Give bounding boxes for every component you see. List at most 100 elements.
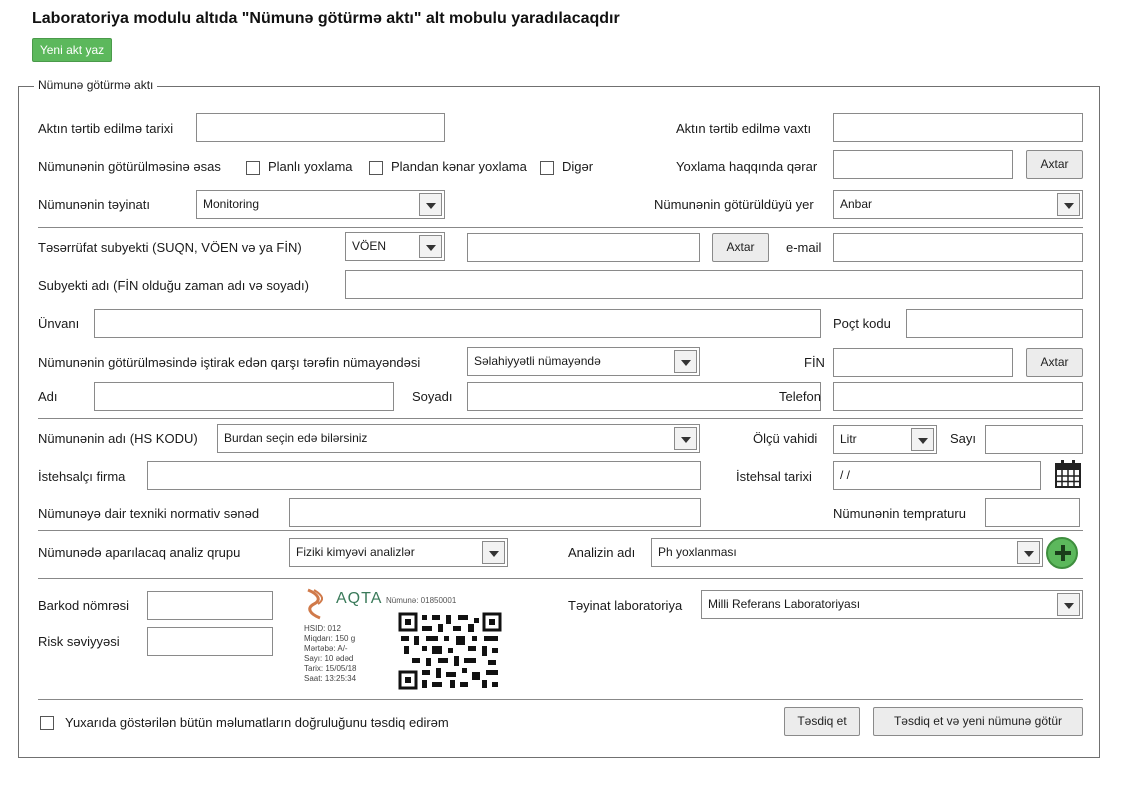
aqta-logo-icon — [307, 588, 324, 620]
place-label: Nümunənin götürüldüyü yer — [654, 197, 814, 212]
subject-name-label: Subyekti adı (FİN olduğu zaman adı və so… — [38, 278, 309, 293]
other-label: Digər — [562, 159, 594, 174]
barcode-info: HSID: 012 Miqdarı: 150 g Mərtəbə: A/- Sa… — [304, 624, 356, 684]
email-label: e-mail — [786, 240, 822, 255]
manufacturer-input[interactable] — [147, 461, 701, 490]
fin-label: FİN — [804, 355, 825, 370]
divider — [38, 699, 1083, 700]
subject-id-input[interactable] — [467, 233, 700, 262]
lab-label: Təyinat laboratoriya — [568, 598, 683, 613]
subject-label: Təsərrüfat subyekti (SUQN, VÖEN və ya Fİ… — [38, 240, 302, 255]
chevron-down-icon — [1017, 541, 1040, 564]
purpose-select[interactable]: Monitoring — [196, 190, 445, 219]
postal-input[interactable] — [906, 309, 1083, 338]
divider — [38, 578, 1083, 579]
confirm-text: Yuxarıda göstərilən bütün məlumatların d… — [65, 715, 449, 730]
barcode-line: Tarix: 15/05/18 — [304, 664, 357, 673]
purpose-label: Nümunənin təyinatı — [38, 197, 151, 212]
lab-value: Milli Referans Laboratoriyası — [708, 597, 861, 611]
act-time-input[interactable] — [833, 113, 1083, 142]
id-type-value: VÖEN — [352, 239, 387, 253]
address-label: Ünvanı — [38, 316, 80, 331]
form-legend: Nümunə götürmə aktı — [34, 78, 158, 92]
sample-name-select[interactable]: Burdan seçin edə bilərsiniz — [217, 424, 700, 453]
brand-text: AQTA — [336, 590, 383, 607]
temperature-label: Nümunənin tempraturu — [833, 506, 966, 521]
count-label: Sayı — [950, 431, 977, 446]
confirm-checkbox[interactable] — [40, 716, 54, 730]
barcode-line: Sayı: 10 ədəd — [304, 654, 354, 663]
act-date-label: Aktın tərtib edilmə tarixi — [38, 121, 174, 136]
first-name-input[interactable] — [94, 382, 394, 411]
barcode-line: Miqdarı: 150 g — [304, 634, 356, 643]
divider — [38, 227, 1083, 228]
risk-input[interactable] — [147, 627, 273, 656]
last-name-input[interactable] — [467, 382, 821, 411]
new-act-button[interactable]: Yeni akt yaz — [32, 38, 112, 62]
decision-search-button[interactable]: Axtar — [1026, 150, 1083, 179]
unplanned-label: Plandan kənar yoxlama — [391, 159, 527, 174]
unplanned-checkbox[interactable] — [369, 161, 383, 175]
analysis-name-label: Analizin adı — [568, 545, 636, 560]
barcode-line: Saat: 13:25:34 — [304, 674, 357, 683]
sample-name-value: Burdan seçin edə bilərsiniz — [224, 431, 368, 445]
email-input[interactable] — [833, 233, 1083, 262]
divider — [38, 530, 1083, 531]
purpose-value: Monitoring — [203, 197, 260, 211]
place-value: Anbar — [840, 197, 873, 211]
chevron-down-icon — [674, 427, 697, 450]
qr-code-icon — [398, 612, 502, 690]
normative-input[interactable] — [289, 498, 701, 527]
add-analysis-icon[interactable] — [1046, 537, 1078, 569]
representative-value: Səlahiyyətli nümayəndə — [474, 354, 601, 368]
barcode-input[interactable] — [147, 591, 273, 620]
act-time-label: Aktın tərtib edilmə vaxtı — [676, 121, 812, 136]
unit-select[interactable]: Litr — [833, 425, 937, 454]
decision-label: Yoxlama haqqında qərar — [676, 159, 818, 174]
fin-search-button[interactable]: Axtar — [1026, 348, 1083, 377]
planned-checkbox[interactable] — [246, 161, 260, 175]
chevron-down-icon — [482, 541, 505, 564]
phone-label: Telefon — [779, 389, 821, 404]
act-date-input[interactable] — [196, 113, 445, 142]
unit-value: Litr — [840, 432, 857, 446]
chevron-down-icon — [1057, 193, 1080, 216]
temperature-input[interactable] — [985, 498, 1080, 527]
confirm-and-new-button[interactable]: Təsdiq et və yeni nümunə götür — [873, 707, 1083, 736]
manufacturer-label: İstehsalçı firma — [38, 469, 126, 484]
other-checkbox[interactable] — [540, 161, 554, 175]
sample-name-label: Nümunənin adı (HS KODU) — [38, 431, 198, 446]
chevron-down-icon — [419, 193, 442, 216]
subject-name-input[interactable] — [345, 270, 1083, 299]
representative-select[interactable]: Səlahiyyətli nümayəndə — [467, 347, 700, 376]
sample-act-fieldset — [18, 86, 1100, 758]
analysis-name-select[interactable]: Ph yoxlanması — [651, 538, 1043, 567]
last-name-label: Soyadı — [412, 389, 453, 404]
confirm-button[interactable]: Təsdiq et — [784, 707, 860, 736]
barcode-line: HSID: 012 — [304, 624, 341, 633]
subject-search-button[interactable]: Axtar — [712, 233, 769, 262]
production-date-input[interactable]: / / — [833, 461, 1041, 490]
postal-label: Poçt kodu — [833, 316, 891, 331]
divider — [38, 418, 1083, 419]
count-input[interactable] — [985, 425, 1083, 454]
lab-select[interactable]: Milli Referans Laboratoriyası — [701, 590, 1083, 619]
unit-label: Ölçü vahidi — [753, 431, 818, 446]
analysis-group-select[interactable]: Fiziki kimyəvi analizlər — [289, 538, 508, 567]
chevron-down-icon — [674, 350, 697, 373]
id-type-select[interactable]: VÖEN — [345, 232, 445, 261]
analysis-group-label: Nümunədə aparılacaq analiz qrupu — [38, 545, 241, 560]
analysis-name-value: Ph yoxlanması — [658, 545, 737, 559]
planned-label: Planlı yoxlama — [268, 159, 353, 174]
chevron-down-icon — [911, 428, 934, 451]
normative-label: Nümunəyə dair texniki normativ sənəd — [38, 506, 260, 521]
calendar-icon[interactable] — [1054, 459, 1082, 489]
place-select[interactable]: Anbar — [833, 190, 1083, 219]
decision-input[interactable] — [833, 150, 1013, 179]
barcode-line: Mərtəbə: A/- — [304, 644, 348, 653]
basis-label: Nümunənin götürülməsinə əsas — [38, 159, 221, 174]
address-input[interactable] — [94, 309, 821, 338]
fin-input[interactable] — [833, 348, 1013, 377]
phone-input[interactable] — [833, 382, 1083, 411]
chevron-down-icon — [419, 235, 442, 258]
